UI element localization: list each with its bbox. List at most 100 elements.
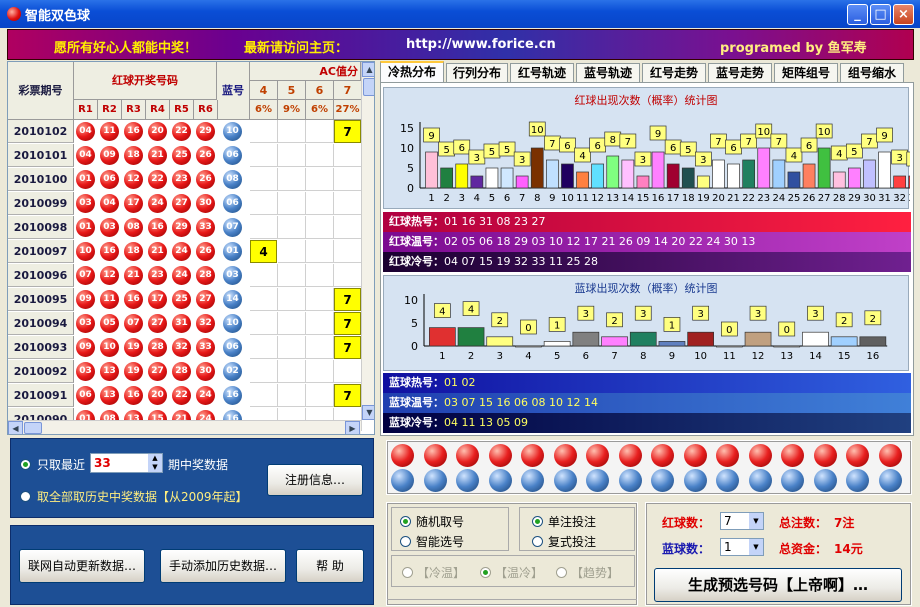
spin-down-icon[interactable]: ▼ xyxy=(148,463,162,472)
register-button[interactable]: 注册信息… xyxy=(267,464,363,496)
red-select-ball[interactable] xyxy=(846,444,869,467)
cold-warm-radio[interactable] xyxy=(402,567,413,578)
scroll-left-icon[interactable]: ◀ xyxy=(8,421,23,434)
red-select-ball[interactable] xyxy=(683,444,707,467)
history-grid[interactable]: 彩票期号 红球开奖号码 蓝号 AC值分 R1 R2 R3 R4 R5 R6 4 6% 5 9% 6… xyxy=(7,61,375,435)
period-cell[interactable]: 2010101 xyxy=(8,144,74,167)
trend-radio[interactable] xyxy=(556,567,567,578)
period-cell[interactable]: 2010100 xyxy=(8,168,74,191)
blue-chart-bar xyxy=(716,345,743,348)
close-button[interactable]: × xyxy=(893,4,914,25)
period-cell[interactable]: 2010093 xyxy=(8,336,74,359)
period-cell[interactable]: 2010092 xyxy=(8,360,74,383)
ac-empty-cell xyxy=(306,168,334,191)
blue-select-ball[interactable] xyxy=(586,469,609,492)
warm-cold-radio[interactable] xyxy=(480,567,491,578)
auto-update-button[interactable]: 联网自动更新数据… xyxy=(19,549,145,583)
blue-select-ball[interactable] xyxy=(391,469,414,492)
period-cell[interactable]: 2010099 xyxy=(8,192,74,215)
hscroll-thumb[interactable] xyxy=(24,422,42,434)
grid-vertical-scrollbar[interactable]: ▲ ▼ xyxy=(361,62,374,420)
recent-count-input[interactable]: 33 ▲ ▼ xyxy=(90,453,163,473)
red-select-ball[interactable] xyxy=(521,444,544,467)
period-cell[interactable]: 2010098 xyxy=(8,216,74,239)
blue-select-ball[interactable] xyxy=(423,469,447,492)
period-cell[interactable]: 2010102 xyxy=(8,120,74,143)
red-chart-bar xyxy=(742,159,755,189)
red-ball: 10 xyxy=(76,242,95,261)
red-select-ball[interactable] xyxy=(553,444,577,467)
homepage-link[interactable]: http://www.forice.cn xyxy=(406,37,556,52)
blue-select-ball[interactable] xyxy=(521,469,544,492)
blue-select-ball[interactable] xyxy=(813,469,837,492)
tab-5[interactable]: 红号走势 xyxy=(642,63,706,83)
period-cell[interactable]: 2010097 xyxy=(8,240,74,263)
blue-select-ball[interactable] xyxy=(553,469,577,492)
blue-select-ball[interactable] xyxy=(781,469,804,492)
multi-bet-radio[interactable] xyxy=(532,536,543,547)
blue-select-ball[interactable] xyxy=(878,469,902,492)
red-chart-bar xyxy=(878,151,891,189)
scroll-up-icon[interactable]: ▲ xyxy=(362,62,374,77)
tab-6[interactable]: 蓝号走势 xyxy=(708,63,772,83)
red-ball: 03 xyxy=(76,314,95,333)
blue-count-select[interactable]: 1 ▼ xyxy=(720,538,764,556)
blue-select-ball[interactable] xyxy=(683,469,707,492)
red-select-ball[interactable] xyxy=(878,444,902,467)
tab-4[interactable]: 蓝号轨迹 xyxy=(576,63,640,83)
blue-select-ball[interactable] xyxy=(716,469,739,492)
single-bet-radio[interactable] xyxy=(532,516,543,527)
blue-select-ball[interactable] xyxy=(748,469,772,492)
period-cell[interactable]: 2010096 xyxy=(8,264,74,287)
period-cell[interactable]: 2010091 xyxy=(8,384,74,407)
red-select-ball[interactable] xyxy=(748,444,772,467)
tab-8[interactable]: 组号缩水 xyxy=(840,63,904,83)
scroll-down-icon[interactable]: ▼ xyxy=(362,405,374,420)
period-cell[interactable]: 2010095 xyxy=(8,288,74,311)
blue-select-ball[interactable] xyxy=(618,469,642,492)
red-select-ball[interactable] xyxy=(716,444,739,467)
tab-2[interactable]: 行列分布 xyxy=(446,63,508,83)
blue-select-ball[interactable] xyxy=(846,469,869,492)
red-ball: 16 xyxy=(124,290,143,309)
red-select-ball[interactable] xyxy=(423,444,447,467)
maximize-button[interactable]: □ xyxy=(870,4,891,25)
red-select-ball[interactable] xyxy=(651,444,674,467)
red-dropdown-icon[interactable]: ▼ xyxy=(749,513,763,529)
red-select-ball[interactable] xyxy=(618,444,642,467)
blue-select-ball[interactable] xyxy=(651,469,674,492)
tab-7[interactable]: 矩阵组号 xyxy=(774,63,838,83)
red-select-ball[interactable] xyxy=(488,444,512,467)
blue-select-ball[interactable] xyxy=(488,469,512,492)
red-chart-bar xyxy=(666,163,680,189)
analysis-tabs[interactable]: 冷热分布 行列分布 红号轨迹 蓝号轨迹 红号走势 蓝号走势 矩阵组号 组号缩水 xyxy=(380,61,914,83)
all-history-radio[interactable] xyxy=(20,491,31,502)
red-chart-value-label: 3 xyxy=(474,153,480,164)
tab-1[interactable]: 冷热分布 xyxy=(380,61,444,83)
red-count-select[interactable]: 7 ▼ xyxy=(720,512,764,530)
title-bar[interactable]: 智能双色球 xyxy=(0,0,920,28)
minimize-button[interactable]: _ xyxy=(847,4,868,25)
help-button[interactable]: 帮 助 xyxy=(296,549,364,583)
red-select-ball[interactable] xyxy=(586,444,609,467)
ball-selector[interactable] xyxy=(386,440,912,495)
red-chart-x-tick: 31 xyxy=(878,193,891,204)
generate-button[interactable]: 生成预选号码【上帝啊】… xyxy=(654,568,902,602)
spin-up-icon[interactable]: ▲ xyxy=(148,454,162,463)
smart-pick-radio[interactable] xyxy=(400,536,411,547)
grid-horizontal-scrollbar[interactable]: ◀ ▶ xyxy=(8,420,361,434)
red-select-ball[interactable] xyxy=(813,444,837,467)
blue-dropdown-icon[interactable]: ▼ xyxy=(749,539,763,555)
tab-3[interactable]: 红号轨迹 xyxy=(510,63,574,83)
recent-radio[interactable] xyxy=(20,459,31,470)
red-select-ball[interactable] xyxy=(781,444,804,467)
red-select-ball[interactable] xyxy=(391,444,414,467)
single-bet-label: 单注投注 xyxy=(548,515,597,529)
red-select-ball[interactable] xyxy=(456,444,479,467)
manual-add-button[interactable]: 手动添加历史数据… xyxy=(160,549,286,583)
period-cell[interactable]: 2010094 xyxy=(8,312,74,335)
scroll-thumb[interactable] xyxy=(363,78,374,96)
random-pick-radio[interactable] xyxy=(400,516,411,527)
blue-select-ball[interactable] xyxy=(456,469,479,492)
scroll-right-icon[interactable]: ▶ xyxy=(345,421,360,434)
